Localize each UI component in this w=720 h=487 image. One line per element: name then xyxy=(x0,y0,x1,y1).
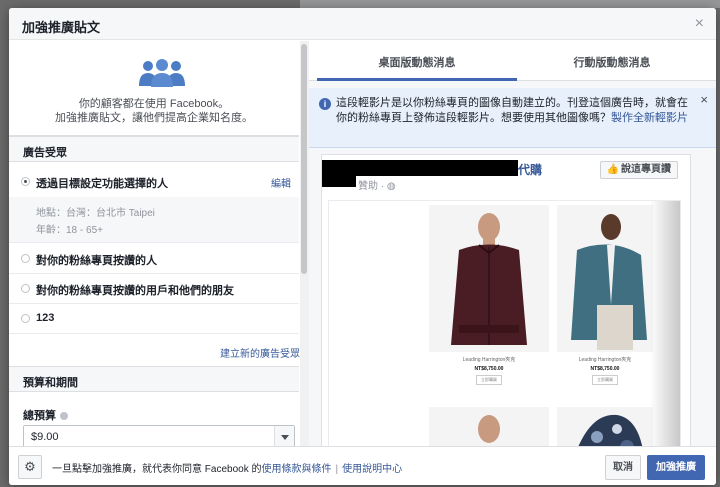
audience-age: 年齡：18 - 65+ xyxy=(36,225,103,236)
intro-text-line2: 加強推廣貼文，讓他們提高企業知名度。 xyxy=(55,112,253,124)
product-card: Leading Harrington夾克 NT$8,750.00 立即購買 xyxy=(557,205,653,385)
budget-value: $9.00 xyxy=(31,431,59,443)
footer-separator: | xyxy=(335,464,339,475)
thumbs-up-icon: 👍 xyxy=(606,164,619,175)
like-page-button[interactable]: 👍 說這專頁讚 xyxy=(599,161,678,179)
slideshow-notice: i 這段輕影片是以你粉絲專頁的圖像自動建立的。刊登這個廣告時，就會在你的粉絲專頁… xyxy=(309,88,716,148)
radio-icon[interactable] xyxy=(21,254,30,263)
dialog-title: 加強推廣貼文 xyxy=(22,20,101,35)
camo-jacket-image xyxy=(557,407,653,446)
close-icon[interactable]: × xyxy=(700,92,708,107)
redacted-page-name-2 xyxy=(322,175,356,187)
edit-audience-link[interactable]: 編輯 xyxy=(271,175,291,190)
globe-icon: ◍ xyxy=(386,181,396,192)
notice-text: 這段輕影片是以你粉絲專頁的圖像自動建立的。刊登這個廣告時，就會在你的粉絲專頁上發… xyxy=(336,96,696,126)
product-price: NT$8,750.00 xyxy=(590,366,620,372)
tab-desktop-news-feed[interactable]: 桌面版動態消息 xyxy=(317,41,517,81)
radio-selected-icon[interactable] xyxy=(21,177,30,186)
boost-button[interactable]: 加強推廣 xyxy=(647,455,705,480)
audience-details: 地點：台灣：台北市 Taipei 年齡：18 - 65+ xyxy=(9,197,299,243)
preview-tabs: 桌面版動態消息 行動版動態消息 xyxy=(309,41,716,81)
create-audience-link[interactable]: 建立新的廣告受眾 xyxy=(220,345,300,360)
audience-option-label: 透過目標設定功能選擇的人 xyxy=(36,178,168,190)
jacket-model-image xyxy=(557,205,653,352)
product-name: Leading Harrington夾克 xyxy=(578,357,632,363)
audience-location: 地點：台灣：台北市 Taipei xyxy=(36,208,155,219)
product-card xyxy=(429,407,549,446)
budget-section-header: 預算和期間 xyxy=(9,366,299,392)
radio-icon[interactable] xyxy=(21,314,30,323)
background-page-strip xyxy=(300,0,720,8)
intro-section: 你的顧客都在使用 Facebook。 加強推廣貼文，讓他們提高企業知名度。 xyxy=(9,41,299,136)
total-budget-label: 總預算 xyxy=(23,407,68,423)
sponsored-label: 贊助 · ◍ xyxy=(358,177,396,192)
settings-panel: 你的顧客都在使用 Facebook。 加強推廣貼文，讓他們提高企業知名度。 廣告… xyxy=(9,41,309,446)
budget-section-title: 預算和期間 xyxy=(23,377,78,389)
product-photo xyxy=(429,407,549,446)
audience-option-label: 對你的粉絲專頁按讚的人 xyxy=(36,255,157,267)
chevron-down-icon[interactable] xyxy=(274,426,294,446)
audience-option-label: 123 xyxy=(36,312,55,324)
jacket-model-image xyxy=(429,205,549,352)
preview-panel: 桌面版動態消息 行動版動態消息 i 這段輕影片是以你粉絲專頁的圖像自動建立的。刊… xyxy=(309,41,716,446)
total-budget-text: 總預算 xyxy=(23,410,56,422)
radio-icon[interactable] xyxy=(21,284,30,293)
dialog-header: 加強推廣貼文 × xyxy=(9,8,716,40)
settings-scrollbar[interactable] xyxy=(301,44,307,274)
product-photo xyxy=(429,205,549,352)
people-icon xyxy=(139,59,185,87)
terms-notice: 一旦點擊加強推廣，就代表你同意 Facebook 的使用條款與條件 | 使用說明中心 xyxy=(52,460,402,475)
dialog-footer: ⚙ 一旦點擊加強推廣，就代表你同意 Facebook 的使用條款與條件 | 使用說明… xyxy=(9,446,716,485)
slideshow-video[interactable]: Leading Harrington夾克 NT$8,750.00 立即購買 Le… xyxy=(328,200,681,446)
tab-label: 桌面版動態消息 xyxy=(378,57,456,69)
boost-post-dialog: 加強推廣貼文 × 你的顧客都在使用 Facebook。 加強推廣貼文，讓他們提高… xyxy=(9,8,716,485)
tab-mobile-news-feed[interactable]: 行動版動態消息 xyxy=(517,41,707,81)
audience-section-header: 廣告受眾 xyxy=(9,136,299,162)
product-photo xyxy=(557,205,653,352)
info-icon: i xyxy=(319,98,331,110)
shop-now-button: 立即購買 xyxy=(592,375,618,385)
shop-now-button: 立即購買 xyxy=(476,375,502,385)
close-icon[interactable]: × xyxy=(695,15,704,33)
audience-option-targeting[interactable]: 透過目標設定功能選擇的人 編輯 xyxy=(9,167,299,197)
sponsored-text: 贊助 · xyxy=(358,181,387,192)
audience-section-title: 廣告受眾 xyxy=(23,147,67,159)
terms-link[interactable]: 使用條款與條件 xyxy=(261,464,331,475)
model-image xyxy=(429,407,549,446)
product-name: Leading Harrington夾克 xyxy=(462,357,516,363)
page-name[interactable]: 代購 xyxy=(518,161,542,178)
budget-select[interactable]: $9.00 xyxy=(23,425,295,446)
slideshow-edge-fade xyxy=(650,201,680,446)
tab-label: 行動版動態消息 xyxy=(573,57,651,69)
audience-option-label: 對你的粉絲專頁按讚的用戶和他們的朋友 xyxy=(36,285,234,297)
product-price: NT$8,750.00 xyxy=(474,366,504,372)
like-page-label: 說這專頁讚 xyxy=(621,164,671,175)
cancel-button[interactable]: 取消 xyxy=(605,455,641,480)
product-photo xyxy=(557,407,653,446)
audience-option-saved-123[interactable]: 123 xyxy=(9,304,299,334)
product-card xyxy=(557,407,653,446)
create-slideshow-link[interactable]: 製作全新輕影片 xyxy=(611,112,688,124)
audience-option-page-fans[interactable]: 對你的粉絲專頁按讚的人 xyxy=(9,244,299,274)
info-icon[interactable] xyxy=(60,412,68,421)
gear-icon[interactable]: ⚙ xyxy=(18,455,42,479)
help-center-link[interactable]: 使用說明中心 xyxy=(342,464,402,475)
terms-prefix: 一旦點擊加強推廣，就代表你同意 Facebook 的 xyxy=(52,464,262,475)
audience-option-fans-and-friends[interactable]: 對你的粉絲專頁按讚的用戶和他們的朋友 xyxy=(9,274,299,304)
redacted-page-name xyxy=(322,160,518,176)
ad-preview-post: 代購 贊助 · ◍ 👍 說這專頁讚 Leading Harrington夾克 N… xyxy=(321,154,691,446)
product-card: Leading Harrington夾克 NT$8,750.00 立即購買 xyxy=(429,205,549,385)
